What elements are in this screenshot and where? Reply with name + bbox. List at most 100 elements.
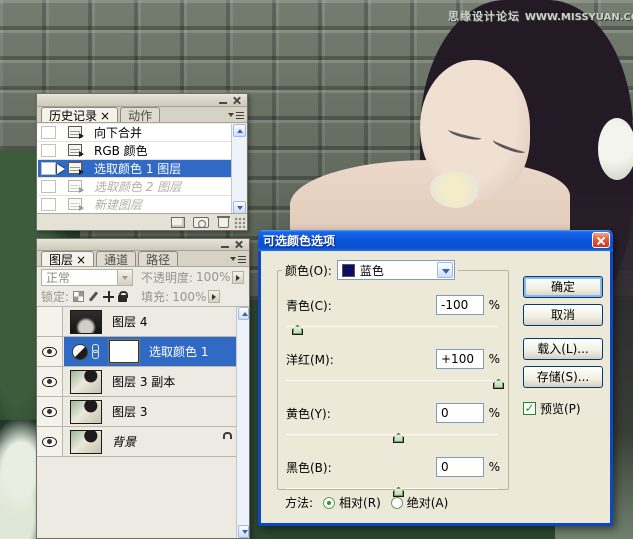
cyan-input[interactable] xyxy=(436,295,484,315)
layers-scrollbar[interactable] xyxy=(236,307,249,538)
history-source-well[interactable] xyxy=(41,126,56,139)
lock-transparency-icon[interactable] xyxy=(73,291,85,302)
dialog-titlebar[interactable]: 可选颜色选项 xyxy=(258,230,613,251)
magenta-input[interactable] xyxy=(436,349,484,369)
current-state-pointer-icon xyxy=(57,164,65,174)
color-group: 颜色(O): 蓝色 青色(C): % 洋红(M): % xyxy=(277,260,509,497)
history-item-selected[interactable]: 选取颜色 1 图层 xyxy=(38,160,231,178)
fill-spinner-icon[interactable] xyxy=(208,290,221,303)
magenta-slider[interactable] xyxy=(286,376,504,389)
tab-actions[interactable]: 动作 xyxy=(120,107,161,123)
history-source-well[interactable] xyxy=(41,180,56,193)
watermark-brand: 思缘设计论坛 xyxy=(448,10,520,23)
black-row: 黑色(B): % xyxy=(286,456,500,478)
tab-close-icon[interactable]: × xyxy=(76,253,86,267)
method-absolute-option[interactable]: 绝对(A) xyxy=(390,494,448,511)
visibility-toggle[interactable] xyxy=(37,337,63,366)
layer-row-selected[interactable]: 选取颜色 1 xyxy=(37,337,236,367)
layer-thumbnail[interactable] xyxy=(70,429,102,454)
absolute-radio[interactable] xyxy=(390,496,403,509)
black-unit: % xyxy=(488,460,500,474)
layers-panel-titlebar[interactable] xyxy=(37,239,249,251)
yellow-input[interactable] xyxy=(436,403,484,423)
blend-mode-dropdown[interactable]: 正常 xyxy=(41,268,133,286)
relative-radio[interactable] xyxy=(323,496,336,509)
chevron-down-icon[interactable] xyxy=(117,269,132,285)
color-label: 颜色(O): xyxy=(285,263,332,278)
history-source-well[interactable] xyxy=(41,144,56,157)
history-item-undone[interactable]: 选取颜色 2 图层 xyxy=(38,178,231,196)
history-item-label: 新建图层 xyxy=(94,198,143,212)
history-source-well[interactable] xyxy=(41,162,56,175)
history-item[interactable]: RGB 颜色 xyxy=(38,142,231,160)
history-panel-titlebar[interactable] xyxy=(37,94,247,107)
preview-checkbox[interactable]: ✓ xyxy=(523,402,536,415)
history-item[interactable]: 向下合并 xyxy=(38,124,231,142)
selective-color-dialog: 可选颜色选项 颜色(O): 蓝色 青色(C): % xyxy=(258,230,613,526)
visibility-toggle[interactable] xyxy=(37,427,63,456)
relative-label: 相对(R) xyxy=(339,496,381,510)
panel-menu-icon[interactable] xyxy=(230,253,246,265)
cyan-slider[interactable] xyxy=(286,322,498,335)
lock-row: 锁定: 填充: 100% xyxy=(37,287,249,307)
fill-label: 填充: xyxy=(141,290,170,304)
layer-row[interactable]: 图层 3 副本 xyxy=(37,367,236,397)
minimize-icon[interactable] xyxy=(218,96,229,105)
ok-button[interactable]: 确定 xyxy=(523,276,603,298)
layer-row[interactable]: 图层 4 xyxy=(37,307,236,337)
delete-state-trash-icon[interactable] xyxy=(217,216,230,228)
tab-layers[interactable]: 图层 × xyxy=(41,251,95,267)
history-item-label: 选取颜色 1 图层 xyxy=(94,162,182,176)
layer-row-background[interactable]: 背景 xyxy=(37,427,236,457)
scroll-down-icon[interactable] xyxy=(238,525,249,538)
layer-row[interactable]: 图层 3 xyxy=(37,397,236,427)
close-icon[interactable] xyxy=(592,232,610,248)
layer-mask-link-icon[interactable] xyxy=(91,343,100,360)
visibility-toggle[interactable] xyxy=(37,307,63,336)
tab-close-icon[interactable]: × xyxy=(100,109,110,123)
close-icon[interactable] xyxy=(232,96,243,105)
yellow-slider[interactable] xyxy=(286,430,498,443)
history-item-undone[interactable]: 新建图层 xyxy=(38,196,231,214)
tab-paths[interactable]: 路径 xyxy=(138,251,179,267)
minimize-icon[interactable] xyxy=(220,240,231,249)
layer-thumbnail[interactable] xyxy=(70,369,102,394)
chevron-down-icon[interactable] xyxy=(436,262,453,278)
tab-channels[interactable]: 通道 xyxy=(96,251,137,267)
adjustment-layer-icon[interactable] xyxy=(72,343,88,360)
visibility-toggle[interactable] xyxy=(37,367,63,396)
visibility-toggle[interactable] xyxy=(37,397,63,426)
black-input[interactable] xyxy=(436,457,484,477)
layers-panel: 图层 × 通道 路径 正常 不透明度: 100% 锁定: 填充: 100% 图层… xyxy=(36,238,250,539)
load-button[interactable]: 载入(L)... xyxy=(523,338,603,360)
lock-label: 锁定: xyxy=(41,290,70,304)
yellow-unit: % xyxy=(488,406,500,420)
history-item-label: 向下合并 xyxy=(94,126,143,140)
lock-pixels-icon[interactable] xyxy=(88,291,99,302)
close-icon[interactable] xyxy=(234,240,245,249)
color-dropdown[interactable]: 蓝色 xyxy=(336,260,455,280)
layer-name: 选取颜色 1 xyxy=(149,345,209,359)
opacity-spinner-icon[interactable] xyxy=(232,270,245,284)
tab-history[interactable]: 历史记录 × xyxy=(41,107,119,123)
scroll-up-icon[interactable] xyxy=(238,307,249,320)
new-snapshot-camera-icon[interactable] xyxy=(193,217,209,228)
layer-thumbnail[interactable] xyxy=(70,309,102,334)
layers-tab-row: 图层 × 通道 路径 xyxy=(37,251,249,267)
scroll-up-icon[interactable] xyxy=(233,124,246,137)
cancel-button[interactable]: 取消 xyxy=(523,304,603,326)
save-button[interactable]: 存储(S)... xyxy=(523,366,603,388)
slider-track xyxy=(286,434,498,435)
slider-track xyxy=(286,380,498,381)
layer-mask-thumbnail[interactable] xyxy=(108,339,140,364)
layer-thumbnail[interactable] xyxy=(70,399,102,424)
new-document-from-state-icon[interactable] xyxy=(171,217,185,228)
resize-grip[interactable] xyxy=(234,217,246,229)
history-source-well[interactable] xyxy=(41,198,56,211)
method-relative-option[interactable]: 相对(R) xyxy=(323,494,381,511)
panel-menu-icon[interactable] xyxy=(228,109,244,121)
lock-all-icon[interactable] xyxy=(118,291,129,302)
history-scrollbar[interactable] xyxy=(231,124,246,214)
preview-option[interactable]: ✓ 预览(P) xyxy=(523,400,581,417)
lock-position-icon[interactable] xyxy=(103,291,115,302)
